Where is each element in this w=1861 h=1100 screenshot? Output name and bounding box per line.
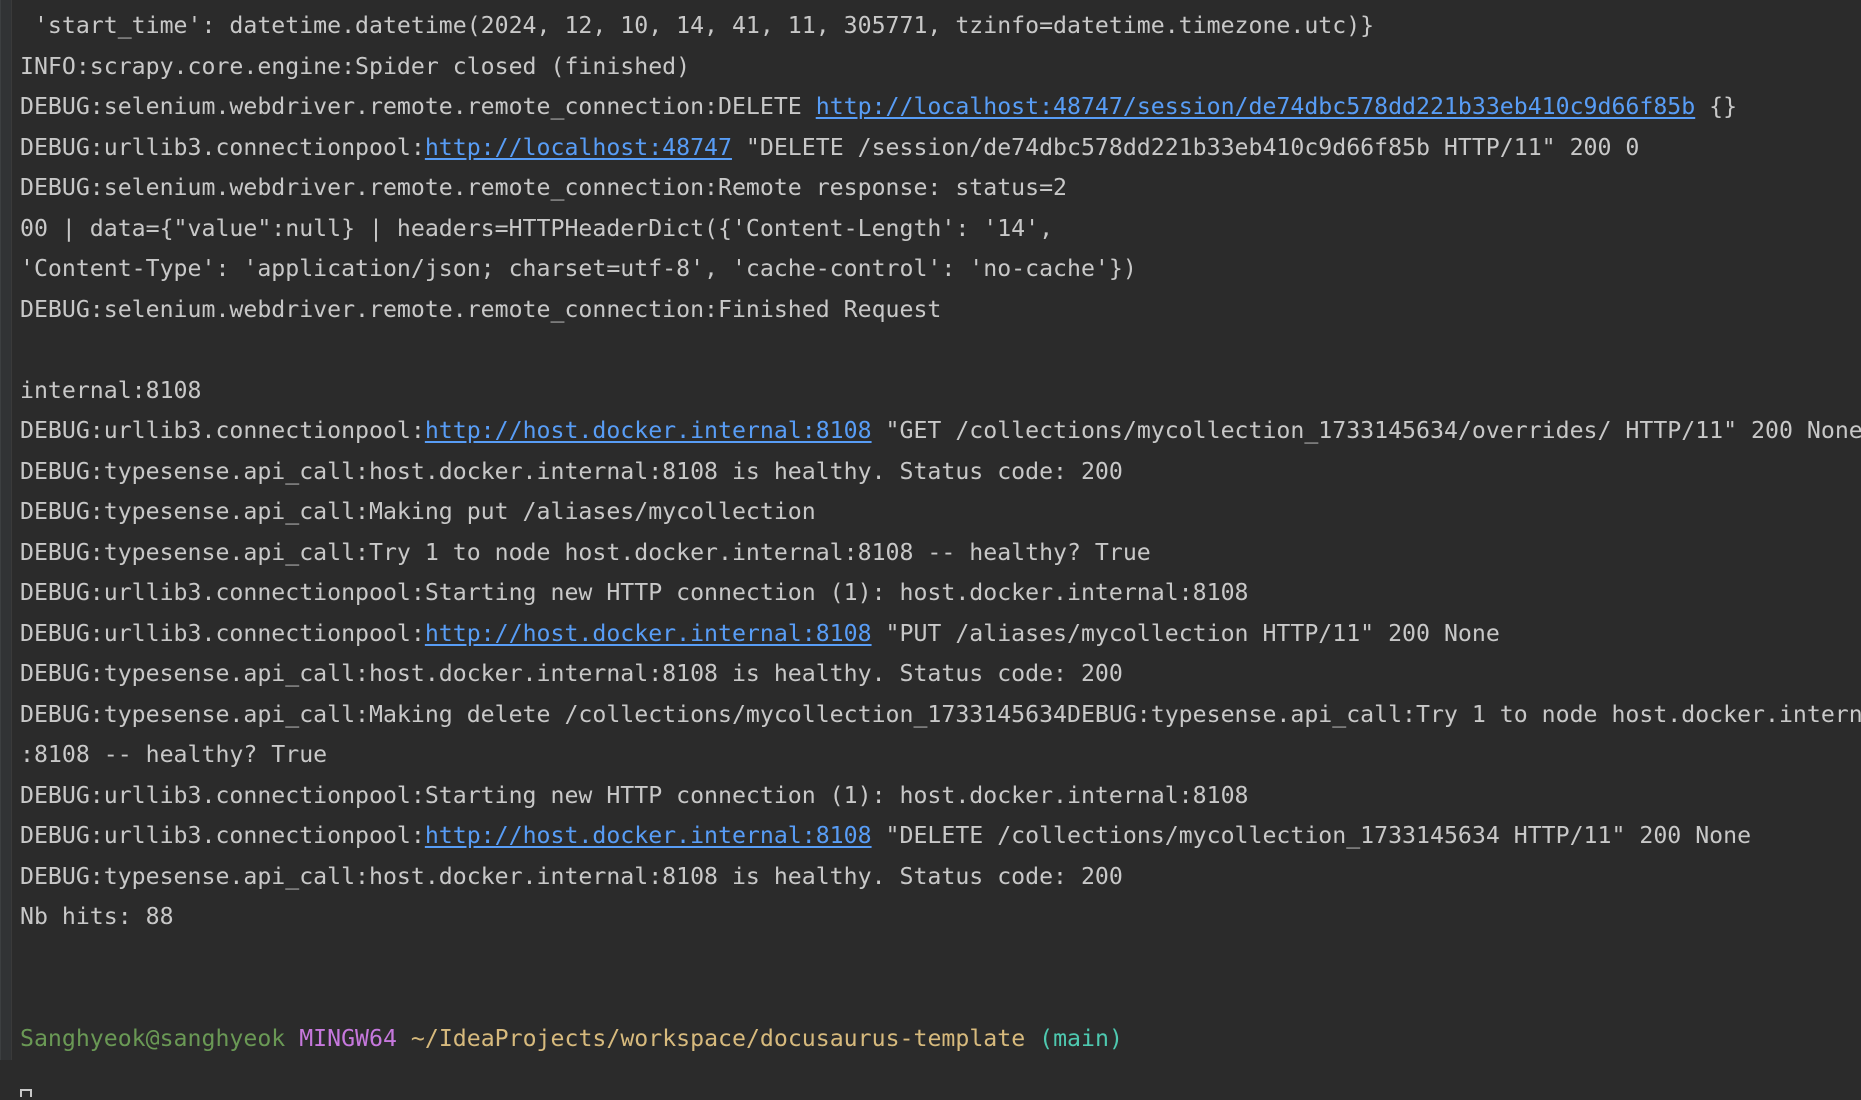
docker-host-url-link[interactable]: http://host.docker.internal:8108 bbox=[425, 822, 872, 849]
localhost-url-link[interactable]: http://localhost:48747 bbox=[425, 134, 732, 161]
log-line: DEBUG:typesense.api_call:Making delete /… bbox=[20, 700, 1861, 728]
log-text: "DELETE /collections/mycollection_173314… bbox=[871, 822, 1752, 849]
log-line: DEBUG:selenium.webdriver.remote.remote_c… bbox=[20, 174, 1068, 201]
log-line: 'Content-Type': 'application/json; chars… bbox=[20, 255, 1137, 282]
log-line: INFO:scrapy.core.engine:Spider closed (f… bbox=[20, 52, 691, 80]
log-text: "GET /collections/mycollection_173314563… bbox=[871, 417, 1861, 444]
log-text: {} bbox=[1695, 93, 1738, 120]
log-line: internal:8108 bbox=[20, 376, 202, 404]
log-line: DEBUG:typesense.api_call:host.docker.int… bbox=[20, 660, 1123, 687]
log-line: DEBUG:urllib3.connectionpool:http://loca… bbox=[20, 128, 1861, 169]
log-line: :8108 -- healthy? True bbox=[20, 741, 328, 768]
log-line: DEBUG:typesense.api_call:host.docker.int… bbox=[20, 457, 1123, 485]
log-line: DEBUG:typesense.api_call:Making put /ali… bbox=[20, 498, 816, 525]
prompt-cwd-path: ~/IdeaProjects/workspace/docusaurus-temp… bbox=[410, 1024, 1026, 1052]
log-text: DEBUG:urllib3.connectionpool: bbox=[20, 619, 425, 647]
log-text: "PUT /aliases/mycollection HTTP/11" 200 … bbox=[871, 619, 1500, 647]
shell-prompt: Sanghyeok@sanghyeok MINGW64 ~/IdeaProjec… bbox=[20, 1019, 1861, 1060]
log-text: DEBUG:urllib3.connectionpool: bbox=[20, 417, 425, 444]
log-line: DEBUG:selenium.webdriver.remote.remote_c… bbox=[20, 295, 942, 323]
terminal-window[interactable]: 'start_time': datetime.datetime(2024, 12… bbox=[0, 0, 1861, 1097]
log-line: Nb hits: 88 bbox=[20, 903, 174, 930]
log-line: DEBUG:typesense.api_call:host.docker.int… bbox=[20, 862, 1123, 890]
log-line: DEBUG:urllib3.connectionpool:http://host… bbox=[20, 411, 1861, 452]
log-line: DEBUG:typesense.api_call:Try 1 to node h… bbox=[20, 538, 1151, 566]
log-text: DEBUG:selenium.webdriver.remote.remote_c… bbox=[20, 93, 816, 120]
log-line: DEBUG:selenium.webdriver.remote.remote_c… bbox=[20, 87, 1861, 128]
log-line: 'start_time': datetime.datetime(2024, 12… bbox=[20, 12, 1375, 39]
log-line: DEBUG:urllib3.connectionpool:http://host… bbox=[20, 614, 1861, 655]
docker-host-url-link[interactable]: http://host.docker.internal:8108 bbox=[425, 417, 872, 444]
log-text: "DELETE /session/de74dbc578dd221b33eb410… bbox=[731, 133, 1640, 161]
log-line: DEBUG:urllib3.connectionpool:http://host… bbox=[20, 816, 1861, 857]
log-text: DEBUG:urllib3.connectionpool: bbox=[20, 822, 425, 849]
log-line: 00 | data={"value":null} | headers=HTTPH… bbox=[20, 214, 1054, 242]
prompt-user-host: Sanghyeok@sanghyeok bbox=[20, 1024, 286, 1052]
input-line[interactable] bbox=[20, 1059, 1861, 1100]
session-url-link[interactable]: http://localhost:48747/session/de74dbc57… bbox=[816, 93, 1695, 120]
prompt-shell-name: MINGW64 bbox=[299, 1024, 397, 1052]
log-line: DEBUG:urllib3.connectionpool:Starting ne… bbox=[20, 579, 1249, 606]
terminal-gutter bbox=[1, 0, 12, 1060]
prompt-git-branch: (main) bbox=[1039, 1024, 1123, 1052]
log-line: DEBUG:urllib3.connectionpool:Starting ne… bbox=[20, 781, 1249, 809]
docker-host-url-link[interactable]: http://host.docker.internal:8108 bbox=[425, 620, 872, 647]
terminal-output[interactable]: 'start_time': datetime.datetime(2024, 12… bbox=[20, 6, 1861, 1100]
log-text: DEBUG:urllib3.connectionpool: bbox=[20, 133, 425, 161]
text-cursor bbox=[20, 1089, 32, 1097]
